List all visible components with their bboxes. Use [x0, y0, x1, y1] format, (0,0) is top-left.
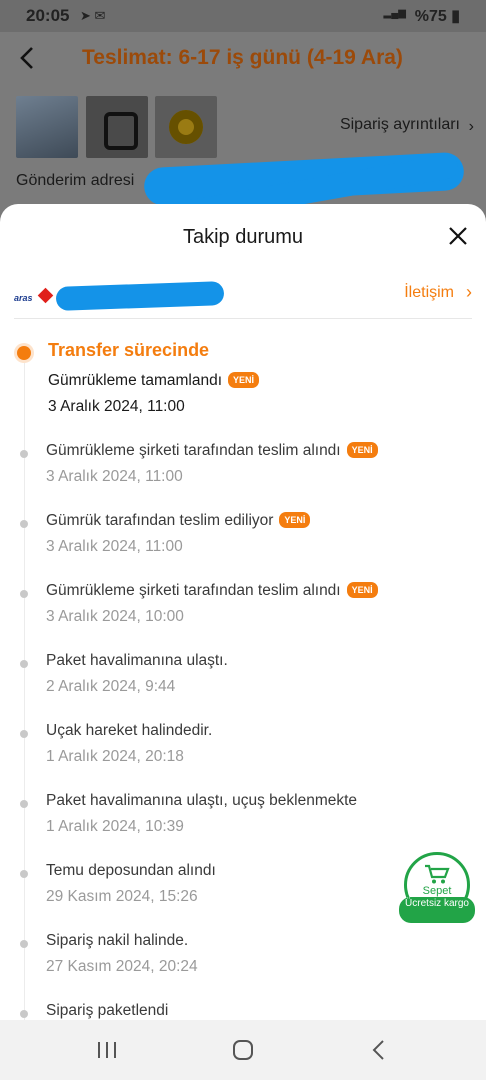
timeline-dot: [20, 940, 28, 948]
event-title: Gümrükleme şirketi tarafından teslim alı…: [46, 442, 378, 460]
home-icon[interactable]: [228, 1036, 258, 1064]
event-title: Sipariş nakil halinde.: [46, 932, 189, 949]
order-page-background: Teslimat: 6-17 iş günü (4-19 Ara) Sipari…: [0, 32, 486, 227]
event-title: Gümrük tarafından teslim ediliyor YENİ: [46, 512, 311, 530]
shipping-address-label: Gönderim adresi: [16, 172, 135, 189]
timeline-dot: [20, 1010, 28, 1018]
event-date: 3 Aralık 2024, 11:00: [46, 468, 183, 485]
current-status: Transfer sürecinde: [48, 340, 210, 360]
sheet-title: Takip durumu: [182, 226, 304, 248]
timeline-dot: [20, 800, 28, 808]
carrier-row: aras İletişim ›: [0, 280, 486, 320]
status-time: 20:05: [26, 6, 70, 25]
event-title: Sipariş paketlendi: [46, 1002, 169, 1019]
event-date: 3 Aralık 2024, 11:00: [46, 538, 183, 555]
event-title: Temu deposundan alındı: [46, 862, 216, 879]
product-thumbnail[interactable]: [86, 96, 148, 158]
event-date: 3 Aralık 2024, 11:00: [48, 398, 185, 415]
back-icon[interactable]: [364, 1036, 394, 1064]
active-dot-icon: [17, 346, 31, 360]
event-title: Gümrükleme şirketi tarafından teslim alı…: [46, 582, 378, 600]
timeline-dot: [20, 590, 28, 598]
event-date: 1 Aralık 2024, 20:18: [46, 748, 184, 765]
chevron-right-icon: ›: [468, 118, 474, 135]
timeline-dot: [20, 520, 28, 528]
cart-icon: [425, 864, 450, 884]
event-title: Uçak hareket halindedir.: [46, 722, 213, 739]
timeline-dot: [20, 660, 28, 668]
svg-text:aras: aras: [14, 293, 33, 303]
event-title: Gümrükleme tamamlandı YENİ: [48, 372, 260, 390]
new-badge: YENİ: [228, 372, 260, 388]
redaction-mark: [55, 281, 225, 311]
delivery-estimate-title: Teslimat: 6-17 iş günü (4-19 Ara): [82, 46, 403, 69]
navigation-bar: [0, 1020, 486, 1080]
free-shipping-badge[interactable]: Ücretsiz kargo: [399, 897, 475, 923]
event-date: 29 Kasım 2024, 15:26: [46, 888, 198, 905]
divider: [14, 318, 472, 319]
event-title: Paket havalimanına ulaştı, uçuş beklenme…: [46, 792, 358, 809]
carrier-logo: aras: [14, 287, 54, 304]
new-badge: YENİ: [346, 582, 378, 598]
close-icon[interactable]: [444, 222, 472, 250]
recent-apps-icon[interactable]: [92, 1036, 122, 1064]
chevron-right-icon: ›: [466, 282, 472, 302]
event-date: 3 Aralık 2024, 10:00: [46, 608, 184, 625]
event-date: 27 Kasım 2024, 20:24: [46, 958, 198, 975]
notification-icons: ➤ ✉: [80, 8, 106, 23]
timeline-dot: [20, 450, 28, 458]
new-badge: YENİ: [279, 512, 311, 528]
new-badge: YENİ: [346, 442, 378, 458]
timeline-dot: [20, 730, 28, 738]
event-title: Paket havalimanına ulaştı.: [46, 652, 228, 669]
network-indicator: ▂▄▆: [383, 8, 406, 19]
contact-link[interactable]: İletişim: [404, 284, 454, 302]
order-details-link[interactable]: Sipariş ayrıntıları: [340, 116, 460, 134]
product-thumbnail[interactable]: [155, 96, 217, 158]
cart-label: Sepet: [422, 885, 452, 897]
event-date: 1 Aralık 2024, 10:39: [46, 818, 184, 835]
event-date: 2 Aralık 2024, 9:44: [46, 678, 176, 695]
product-thumbnail[interactable]: [16, 96, 78, 158]
battery-level: %75 ▮: [414, 8, 460, 25]
back-arrow-icon[interactable]: [14, 44, 42, 72]
timeline-dot: [20, 870, 28, 878]
status-bar: 20:05 ➤ ✉ ▂▄▆ %75 ▮: [0, 0, 486, 32]
